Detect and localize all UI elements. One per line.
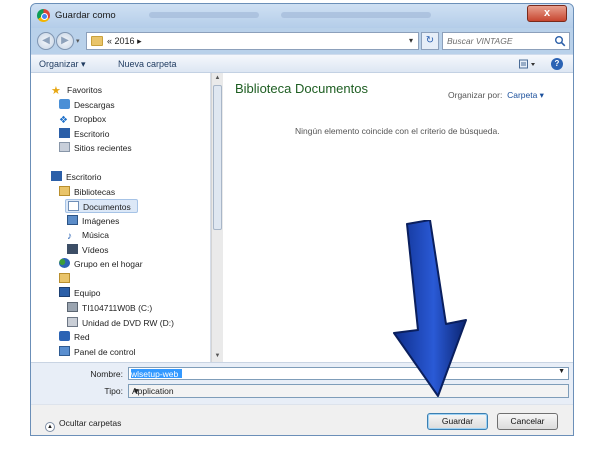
refresh-button[interactable]: ↻ (421, 32, 439, 50)
refresh-icon: ↻ (425, 35, 435, 46)
computer-icon (59, 287, 70, 297)
organize-button[interactable]: Organizar ▾ (39, 59, 86, 70)
file-name-label: Nombre: (90, 369, 123, 379)
file-type-select[interactable]: Application ▼ (128, 384, 569, 398)
desktop-icon (59, 128, 70, 138)
dvd-drive-icon (67, 317, 78, 327)
background-tab-blur (149, 12, 259, 18)
background-tab-blur (281, 12, 431, 18)
tree-item-red[interactable]: Red (59, 330, 90, 344)
new-folder-button[interactable]: Nueva carpeta (118, 59, 177, 69)
documents-icon (68, 201, 79, 211)
scrollbar-thumb[interactable] (213, 85, 222, 230)
folder-icon (91, 36, 103, 46)
file-type-label: Tipo: (104, 386, 123, 396)
navigation-pane: ★ Favoritos Descargas ❖ Dropbox Escritorio… (31, 73, 211, 362)
navigation-scrollbar[interactable]: ▲ ▼ (211, 73, 223, 362)
tree-item-drive-c[interactable]: TI104711W0B (C:) (67, 301, 152, 315)
hide-folders-label: Ocultar carpetas (59, 418, 122, 428)
scroll-down-icon[interactable]: ▼ (212, 351, 223, 362)
star-icon: ★ (51, 85, 61, 97)
chevron-down-icon[interactable]: ▼ (132, 386, 565, 396)
save-button[interactable]: Guardar (427, 413, 488, 430)
breadcrumb-2016[interactable]: 2016 (115, 36, 135, 46)
hide-folders-toggle[interactable]: ▲ Ocultar carpetas (45, 418, 121, 432)
recent-places-icon (59, 142, 70, 152)
address-bar: ◀ ▶ ▾ « 2016 ▸ ▾ ↻ (31, 28, 573, 54)
tree-item-drive-d[interactable]: Unidad de DVD RW (D:) (67, 316, 174, 330)
tree-item-escritorio-fav[interactable]: Escritorio (59, 127, 109, 141)
path-prefix[interactable]: « (107, 36, 112, 46)
empty-results-message: Ningún elemento coincide con el criterio… (295, 126, 500, 136)
forward-arrow-icon: ▶ (61, 35, 69, 46)
tree-item-sitios-recientes[interactable]: Sitios recientes (59, 141, 132, 155)
tree-item-descargas[interactable]: Descargas (59, 98, 115, 112)
close-button[interactable]: x (527, 5, 567, 22)
window-title: Guardar como (55, 10, 116, 21)
chrome-icon (37, 9, 50, 22)
music-icon: ♪ (67, 231, 72, 242)
tree-item-documentos[interactable]: Documentos (65, 199, 138, 213)
file-name-combo[interactable]: ▼ (128, 367, 569, 380)
tree-item-favoritos[interactable]: ★ Favoritos (51, 83, 102, 97)
tree-item-bibliotecas[interactable]: Bibliotecas (59, 185, 115, 199)
forward-button[interactable]: ▶ (56, 32, 74, 50)
tree-item-videos[interactable]: Vídeos (67, 243, 108, 257)
command-bar: Organizar ▾ Nueva carpeta ? (31, 54, 573, 73)
save-as-dialog: Guardar como x ◀ ▶ ▾ « 2016 ▸ ▾ ↻ Organi… (30, 3, 574, 436)
help-icon[interactable]: ? (551, 58, 563, 70)
change-view-icon[interactable] (519, 59, 537, 70)
dropbox-icon: ❖ (59, 115, 68, 126)
tree-item-panel-control[interactable]: Panel de control (59, 345, 135, 359)
tree-item-musica[interactable]: ♪ Música (67, 228, 109, 242)
annotation-arrow (393, 220, 467, 397)
back-arrow-icon: ◀ (42, 35, 50, 46)
title-bar[interactable]: Guardar como x (31, 4, 573, 28)
file-name-input[interactable] (129, 368, 549, 379)
arrange-by-dropdown[interactable]: Carpeta ▾ (507, 90, 544, 100)
scroll-up-icon[interactable]: ▲ (212, 73, 223, 84)
control-panel-icon (59, 346, 70, 356)
videos-icon (67, 244, 78, 254)
downloads-folder-icon (59, 99, 70, 109)
hard-drive-icon (67, 302, 78, 312)
save-form: Nombre: ▼ Tipo: Application ▼ (31, 362, 573, 404)
arrange-by: Organizar por: Carpeta ▾ (448, 90, 544, 101)
tree-item-equipo[interactable]: Equipo (59, 286, 100, 300)
tree-item-escritorio[interactable]: Escritorio (51, 170, 101, 184)
cancel-button[interactable]: Cancelar (497, 413, 558, 430)
dialog-footer: ▲ Ocultar carpetas Guardar Cancelar (31, 404, 573, 435)
network-icon (59, 331, 70, 341)
tree-item-grupo-hogar[interactable]: Grupo en el hogar (59, 257, 143, 271)
libraries-icon (59, 186, 70, 196)
library-title: Biblioteca Documentos (235, 81, 368, 96)
search-icon[interactable] (554, 35, 566, 47)
tree-item-dropbox[interactable]: ❖ Dropbox (59, 112, 106, 126)
pictures-icon (67, 215, 78, 225)
arrange-by-label: Organizar por: (448, 90, 503, 100)
back-button[interactable]: ◀ (37, 32, 55, 50)
collapse-icon: ▲ (45, 422, 55, 432)
desktop-icon (51, 171, 62, 181)
tree-item-imagenes[interactable]: Imágenes (67, 214, 119, 228)
path-breadcrumb[interactable]: « 2016 ▸ ▾ (86, 32, 419, 50)
breadcrumb-chevron-icon[interactable]: ▸ (137, 36, 142, 46)
homegroup-icon (59, 258, 70, 268)
search-box[interactable] (442, 32, 570, 50)
user-folder-icon (59, 273, 70, 283)
recent-locations-dropdown[interactable]: ▾ (76, 37, 80, 45)
chevron-down-icon[interactable]: ▼ (558, 368, 565, 375)
search-input[interactable] (443, 33, 553, 49)
tree-item-user-folder[interactable] (59, 272, 74, 286)
path-dropdown-icon[interactable]: ▾ (409, 36, 413, 45)
